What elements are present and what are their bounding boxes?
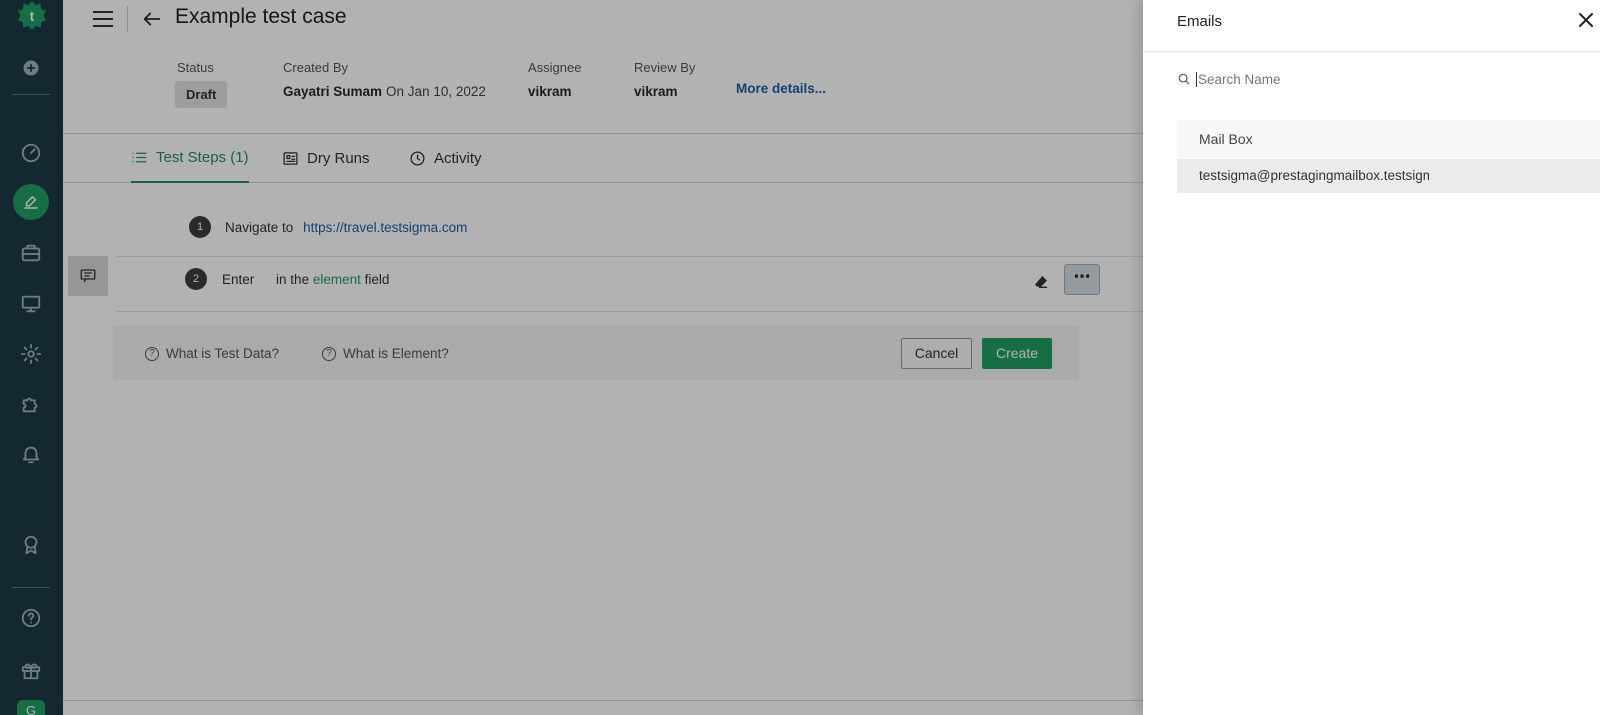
search-icon <box>1178 73 1190 85</box>
panel-title: Emails <box>1177 13 1223 30</box>
mailbox-header: Mail Box <box>1177 120 1600 158</box>
mailbox-item[interactable]: testsigma@prestagingmailbox.testsigma <box>1177 159 1600 193</box>
close-icon[interactable] <box>1578 12 1596 30</box>
modal-overlay[interactable] <box>0 0 1143 715</box>
emails-panel: Emails Mail Box testsigma@prestagingmail… <box>1143 0 1600 715</box>
search-input[interactable] <box>1196 71 1556 87</box>
search-bar <box>1177 68 1577 90</box>
mailbox-address: testsigma@prestagingmailbox.testsigma <box>1199 168 1429 183</box>
